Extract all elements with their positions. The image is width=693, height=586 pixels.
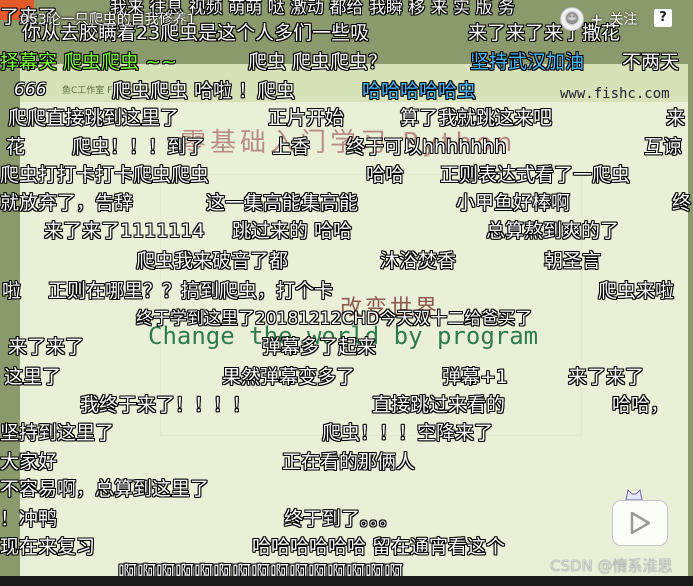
- site-url: www.fishc.com: [560, 86, 670, 102]
- danmaku-comment: 我终于来了！！！！: [80, 394, 252, 416]
- danmaku-comment: 正片开始: [268, 107, 345, 129]
- danmaku-comment: 总算熬到爽的了: [486, 220, 620, 242]
- danmaku-comment: 这一集高能集高能: [206, 192, 359, 214]
- danmaku-comment: 爬爬直接跳到这里了: [8, 107, 180, 129]
- danmaku-comment: 现在来复习: [0, 536, 96, 558]
- danmaku-comment: 来了来了: [568, 366, 645, 388]
- danmaku-comment: 正则表达式看了一爬虫: [440, 164, 631, 186]
- danmaku-comment: 坚持武汉加油: [470, 51, 585, 73]
- danmaku-comment: 择幕突 爬虫爬虫 ~~: [0, 51, 177, 73]
- danmaku-comment: 来了来了1111114: [44, 220, 205, 242]
- danmaku-comment: 花: [6, 136, 26, 158]
- danmaku-comment: 爬虫 爬虫爬虫？: [248, 51, 388, 73]
- video-player[interactable]: 666 鱼C工作室 FISHC.COM www.fishc.com 零基础入门学…: [0, 0, 693, 586]
- follow-label: 关注: [609, 12, 638, 28]
- danmaku-comment: 终于到了。。。: [284, 508, 399, 530]
- danmaku-comment: 就放弃了，告辞: [0, 192, 134, 214]
- danmaku-comment: 爬虫打打卡打卡爬虫爬虫: [0, 164, 210, 186]
- danmaku-comment: 这里了: [4, 366, 62, 388]
- danmaku-comment: 来: [666, 107, 686, 129]
- danmaku-comment: 爬虫！！！空降来了: [322, 422, 494, 444]
- danmaku-comment: ！冲鸭: [0, 508, 58, 530]
- danmaku-comment: 弹幕多了起来: [262, 336, 377, 358]
- danmaku-comment: 弹幕+1: [442, 366, 509, 388]
- danmaku-comment: 坚持到这里了: [0, 422, 115, 444]
- danmaku-comment: 大家好: [0, 451, 58, 473]
- danmaku-comment: 直接跳过来看的: [372, 394, 506, 416]
- danmaku-comment: 沐浴焚香: [380, 250, 457, 272]
- danmaku-comment: 爬虫！！！到了: [72, 136, 206, 158]
- logo-666: 666: [14, 80, 47, 100]
- danmaku-comment: 朝圣言: [544, 250, 602, 272]
- video-title: 053论一只爬虫的自我修养1: [20, 12, 196, 28]
- play-icon: [630, 512, 650, 534]
- danmaku-comment: 不容易啊，总算到这里了: [0, 478, 210, 500]
- danmaku-comment: 算了我就跳这来吧: [400, 107, 553, 129]
- danmaku-comment: 上香: [272, 136, 311, 158]
- danmaku-comment: 终于学到这里了20181212CHD今天双十二给爸买了: [136, 309, 533, 329]
- progress-strip[interactable]: [0, 576, 693, 586]
- danmaku-comment: 爬虫我来破音了都: [136, 250, 289, 272]
- danmaku-comment: 哈哈哈哈哈哈 留在通宵看这个: [252, 536, 506, 558]
- danmaku-comment: 爬虫爬虫 哈啦 ！爬虫: [112, 80, 296, 102]
- csdn-watermark: CSDN @情系淮思: [550, 557, 673, 575]
- danmaku-comment: 正则在哪里？？搞到爬虫，打个卡: [48, 280, 334, 302]
- danmaku-comment: 啦: [2, 280, 22, 302]
- danmaku-comment: 终于可以hhhhhhh: [346, 136, 507, 158]
- danmaku-comment: 终: [672, 192, 692, 214]
- danmaku-comment: 互谅: [644, 136, 683, 158]
- danmaku-comment: 哈哈哈哈哈虫: [362, 80, 477, 102]
- follow-button[interactable]: ☺ + 关注: [560, 7, 638, 31]
- danmaku-comment: 果然弹幕变多了: [222, 366, 356, 388]
- plus-icon: +: [590, 9, 604, 29]
- danmaku-comment: 哈哈，: [612, 394, 670, 416]
- danmaku-comment: 来了来了: [8, 336, 85, 358]
- danmaku-comment: 哈哈: [366, 164, 405, 186]
- danmaku-comment: 不两天: [622, 51, 680, 73]
- help-icon[interactable]: ?: [654, 9, 672, 27]
- danmaku-comment: 小甲鱼好棒啊: [456, 192, 571, 214]
- face-icon[interactable]: ☺: [560, 7, 584, 31]
- danmaku-comment: 爬虫来啦: [598, 280, 675, 302]
- danmaku-comment: 正在看的那俩人: [282, 451, 416, 473]
- play-button[interactable]: [612, 500, 668, 546]
- danmaku-comment: 跳过来的 哈哈: [232, 220, 353, 242]
